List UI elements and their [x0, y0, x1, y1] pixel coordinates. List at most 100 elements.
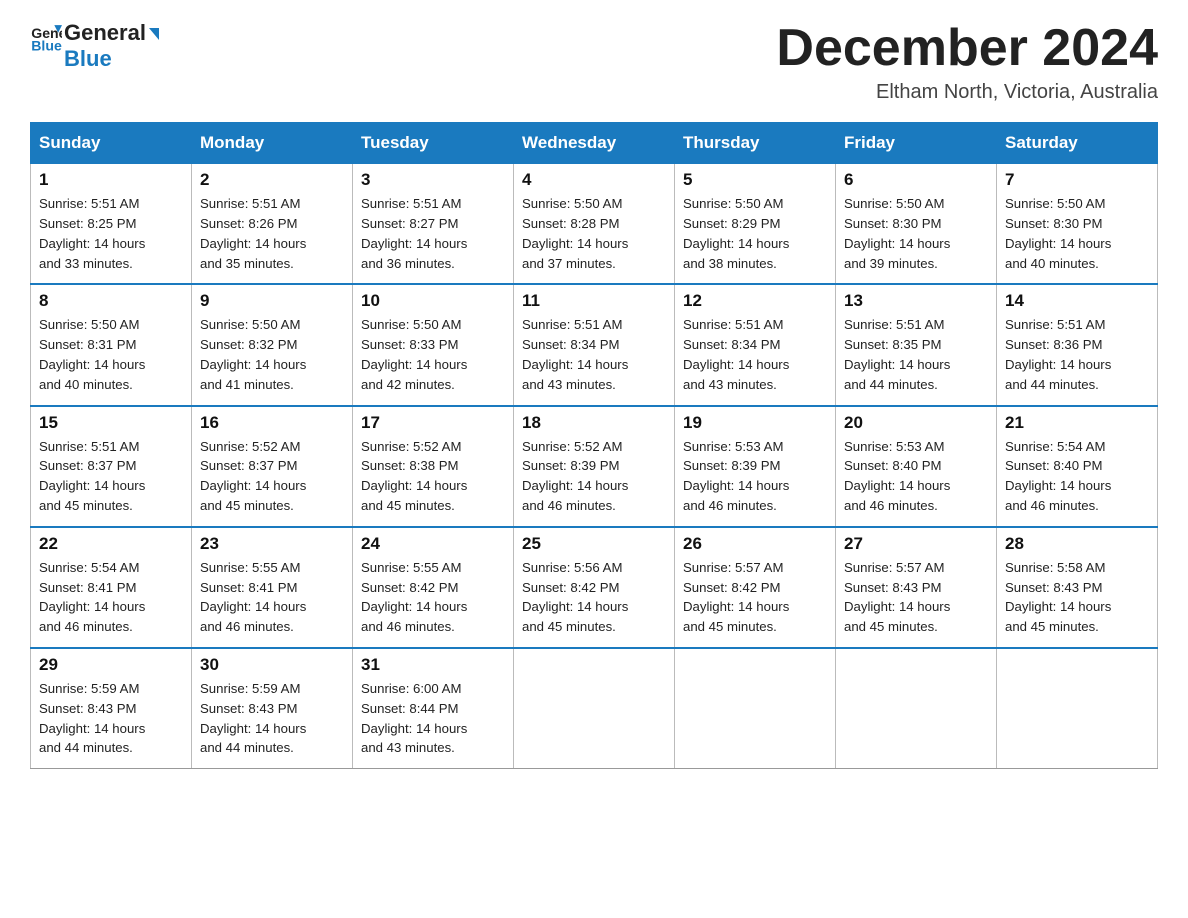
calendar-week-row: 8Sunrise: 5:50 AMSunset: 8:31 PMDaylight…	[31, 284, 1158, 405]
day-info: Sunrise: 5:59 AMSunset: 8:43 PMDaylight:…	[200, 679, 344, 758]
day-number: 31	[361, 655, 505, 675]
day-info: Sunrise: 5:57 AMSunset: 8:43 PMDaylight:…	[844, 558, 988, 637]
calendar-cell: 30Sunrise: 5:59 AMSunset: 8:43 PMDayligh…	[192, 648, 353, 769]
calendar-cell: 10 Sunrise: 5:50 AMSunset: 8:33 PMDayligh…	[353, 284, 514, 405]
day-number: 29	[39, 655, 183, 675]
calendar-cell: 1 Sunrise: 5:51 AMSunset: 8:25 PMDaylight…	[31, 164, 192, 285]
logo-general: General	[64, 20, 159, 46]
calendar-cell: 5 Sunrise: 5:50 AMSunset: 8:29 PMDaylight…	[675, 164, 836, 285]
day-info: Sunrise: 5:55 AMSunset: 8:42 PMDaylight:…	[361, 558, 505, 637]
calendar-cell: 17 Sunrise: 5:52 AMSunset: 8:38 PMDayligh…	[353, 406, 514, 527]
day-number: 14	[1005, 291, 1149, 311]
day-number: 11	[522, 291, 666, 311]
day-number: 20	[844, 413, 988, 433]
day-info: Sunrise: 5:52 AMSunset: 8:39 PMDaylight:…	[522, 437, 666, 516]
calendar-cell: 28Sunrise: 5:58 AMSunset: 8:43 PMDayligh…	[997, 527, 1158, 648]
header-sunday: Sunday	[31, 123, 192, 164]
calendar-cell: 22 Sunrise: 5:54 AMSunset: 8:41 PMDayligh…	[31, 527, 192, 648]
calendar-cell: 20Sunrise: 5:53 AMSunset: 8:40 PMDayligh…	[836, 406, 997, 527]
day-info: Sunrise: 5:51 AMSunset: 8:35 PMDaylight:…	[844, 315, 988, 394]
day-number: 25	[522, 534, 666, 554]
calendar-week-row: 15 Sunrise: 5:51 AMSunset: 8:37 PMDayligh…	[31, 406, 1158, 527]
weekday-header-row: Sunday Monday Tuesday Wednesday Thursday…	[31, 123, 1158, 164]
day-number: 23	[200, 534, 344, 554]
day-info: Sunrise: 5:50 AMSunset: 8:33 PMDaylight:…	[361, 315, 505, 394]
day-number: 15	[39, 413, 183, 433]
calendar-cell: 7Sunrise: 5:50 AMSunset: 8:30 PMDaylight…	[997, 164, 1158, 285]
day-info: Sunrise: 6:00 AMSunset: 8:44 PMDaylight:…	[361, 679, 505, 758]
day-info: Sunrise: 5:51 AMSunset: 8:37 PMDaylight:…	[39, 437, 183, 516]
calendar-cell	[836, 648, 997, 769]
calendar-week-row: 22 Sunrise: 5:54 AMSunset: 8:41 PMDayligh…	[31, 527, 1158, 648]
day-number: 13	[844, 291, 988, 311]
page-header: General Blue General Blue December 2024 …	[30, 20, 1158, 104]
day-info: Sunrise: 5:51 AMSunset: 8:27 PMDaylight:…	[361, 194, 505, 273]
day-info: Sunrise: 5:55 AMSunset: 8:41 PMDaylight:…	[200, 558, 344, 637]
calendar-cell: 25 Sunrise: 5:56 AMSunset: 8:42 PMDayligh…	[514, 527, 675, 648]
day-info: Sunrise: 5:50 AMSunset: 8:30 PMDaylight:…	[1005, 194, 1149, 273]
day-number: 18	[522, 413, 666, 433]
day-info: Sunrise: 5:50 AMSunset: 8:32 PMDaylight:…	[200, 315, 344, 394]
logo: General Blue General Blue	[30, 20, 159, 73]
calendar-cell	[997, 648, 1158, 769]
day-number: 19	[683, 413, 827, 433]
calendar-cell: 12 Sunrise: 5:51 AMSunset: 8:34 PMDayligh…	[675, 284, 836, 405]
day-info: Sunrise: 5:51 AMSunset: 8:34 PMDaylight:…	[522, 315, 666, 394]
day-number: 5	[683, 170, 827, 190]
day-info: Sunrise: 5:50 AMSunset: 8:29 PMDaylight:…	[683, 194, 827, 273]
header-wednesday: Wednesday	[514, 123, 675, 164]
header-monday: Monday	[192, 123, 353, 164]
calendar-title-area: December 2024 Eltham North, Victoria, Au…	[776, 20, 1158, 104]
day-number: 1	[39, 170, 183, 190]
header-saturday: Saturday	[997, 123, 1158, 164]
calendar-cell: 15 Sunrise: 5:51 AMSunset: 8:37 PMDayligh…	[31, 406, 192, 527]
day-info: Sunrise: 5:57 AMSunset: 8:42 PMDaylight:…	[683, 558, 827, 637]
calendar-cell: 3 Sunrise: 5:51 AMSunset: 8:27 PMDaylight…	[353, 164, 514, 285]
calendar-cell: 14Sunrise: 5:51 AMSunset: 8:36 PMDayligh…	[997, 284, 1158, 405]
calendar-cell: 26 Sunrise: 5:57 AMSunset: 8:42 PMDayligh…	[675, 527, 836, 648]
calendar-cell: 9Sunrise: 5:50 AMSunset: 8:32 PMDaylight…	[192, 284, 353, 405]
day-info: Sunrise: 5:52 AMSunset: 8:37 PMDaylight:…	[200, 437, 344, 516]
day-info: Sunrise: 5:59 AMSunset: 8:43 PMDaylight:…	[39, 679, 183, 758]
day-number: 24	[361, 534, 505, 554]
day-number: 10	[361, 291, 505, 311]
day-info: Sunrise: 5:56 AMSunset: 8:42 PMDaylight:…	[522, 558, 666, 637]
day-info: Sunrise: 5:50 AMSunset: 8:30 PMDaylight:…	[844, 194, 988, 273]
header-tuesday: Tuesday	[353, 123, 514, 164]
day-number: 6	[844, 170, 988, 190]
month-title: December 2024	[776, 20, 1158, 77]
day-number: 26	[683, 534, 827, 554]
calendar-cell: 29 Sunrise: 5:59 AMSunset: 8:43 PMDayligh…	[31, 648, 192, 769]
day-info: Sunrise: 5:52 AMSunset: 8:38 PMDaylight:…	[361, 437, 505, 516]
day-info: Sunrise: 5:54 AMSunset: 8:41 PMDaylight:…	[39, 558, 183, 637]
header-friday: Friday	[836, 123, 997, 164]
day-info: Sunrise: 5:51 AMSunset: 8:26 PMDaylight:…	[200, 194, 344, 273]
day-number: 22	[39, 534, 183, 554]
day-info: Sunrise: 5:51 AMSunset: 8:34 PMDaylight:…	[683, 315, 827, 394]
day-number: 21	[1005, 413, 1149, 433]
calendar-cell: 8Sunrise: 5:50 AMSunset: 8:31 PMDaylight…	[31, 284, 192, 405]
svg-text:Blue: Blue	[31, 38, 62, 52]
logo-blue: Blue	[64, 46, 159, 72]
calendar-cell: 23 Sunrise: 5:55 AMSunset: 8:41 PMDayligh…	[192, 527, 353, 648]
calendar-table: Sunday Monday Tuesday Wednesday Thursday…	[30, 122, 1158, 769]
calendar-cell: 6 Sunrise: 5:50 AMSunset: 8:30 PMDaylight…	[836, 164, 997, 285]
day-number: 3	[361, 170, 505, 190]
day-info: Sunrise: 5:53 AMSunset: 8:39 PMDaylight:…	[683, 437, 827, 516]
day-number: 27	[844, 534, 988, 554]
calendar-cell: 31 Sunrise: 6:00 AMSunset: 8:44 PMDayligh…	[353, 648, 514, 769]
logo-icon: General Blue	[30, 20, 62, 52]
calendar-cell	[514, 648, 675, 769]
calendar-cell: 11 Sunrise: 5:51 AMSunset: 8:34 PMDayligh…	[514, 284, 675, 405]
calendar-cell: 19 Sunrise: 5:53 AMSunset: 8:39 PMDayligh…	[675, 406, 836, 527]
day-number: 4	[522, 170, 666, 190]
day-info: Sunrise: 5:50 AMSunset: 8:28 PMDaylight:…	[522, 194, 666, 273]
calendar-cell: 16Sunrise: 5:52 AMSunset: 8:37 PMDayligh…	[192, 406, 353, 527]
day-number: 17	[361, 413, 505, 433]
day-number: 8	[39, 291, 183, 311]
day-number: 12	[683, 291, 827, 311]
header-thursday: Thursday	[675, 123, 836, 164]
calendar-cell: 2Sunrise: 5:51 AMSunset: 8:26 PMDaylight…	[192, 164, 353, 285]
calendar-cell: 4 Sunrise: 5:50 AMSunset: 8:28 PMDaylight…	[514, 164, 675, 285]
day-info: Sunrise: 5:51 AMSunset: 8:25 PMDaylight:…	[39, 194, 183, 273]
